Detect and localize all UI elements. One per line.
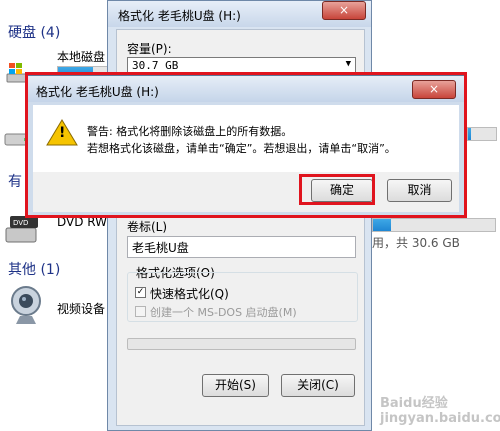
- dvd-usage-text: 用，共 30.6 GB: [372, 236, 460, 250]
- svg-text:DVD: DVD: [13, 219, 28, 227]
- dvd-usage-bar: [372, 218, 496, 232]
- quick-format-checkbox[interactable]: ✓: [135, 287, 146, 298]
- capacity-value: 30.7 GB: [132, 59, 179, 72]
- checkmark-icon: ✓: [136, 287, 145, 297]
- close-icon: ×: [338, 3, 350, 17]
- format-dialog-title: 格式化 老毛桃U盘 (H:): [118, 9, 241, 23]
- volume-label: 卷标(L): [127, 220, 168, 234]
- format-dialog-titlebar: 格式化 老毛桃U盘 (H:) ×: [108, 1, 371, 27]
- volume-label-input[interactable]: 老毛桃U盘: [127, 236, 356, 258]
- msdos-startup-label: 创建一个 MS-DOS 启动盘(M): [150, 306, 297, 319]
- webcam-icon[interactable]: [8, 284, 44, 330]
- start-button[interactable]: 开始(S): [202, 374, 269, 397]
- dropdown-arrow-icon: ▼: [345, 59, 351, 69]
- video-device-label[interactable]: 视频设备: [57, 300, 105, 317]
- hdd-section-title[interactable]: 硬盘 (4): [8, 22, 60, 42]
- quick-format-label[interactable]: 快速格式化(Q): [150, 285, 229, 302]
- close-button[interactable]: 关闭(C): [281, 374, 355, 397]
- drive-2-usage-bar: [467, 127, 497, 141]
- other-section-title[interactable]: 其他 (1): [8, 259, 60, 279]
- warning-dialog-highlight: [25, 72, 467, 218]
- devices-section-title[interactable]: 有: [8, 171, 22, 191]
- capacity-label: 容量(P):: [127, 42, 172, 56]
- ok-button-highlight: [299, 174, 375, 205]
- format-progress-bar: [127, 338, 356, 350]
- msdos-startup-checkbox[interactable]: [135, 306, 146, 317]
- volume-label-value: 老毛桃U盘: [132, 241, 189, 255]
- format-dialog-close-button[interactable]: ×: [322, 1, 366, 20]
- local-disk-label[interactable]: 本地磁盘: [57, 48, 105, 65]
- watermark: Baidu经验 jingyan.baidu.com: [380, 396, 500, 426]
